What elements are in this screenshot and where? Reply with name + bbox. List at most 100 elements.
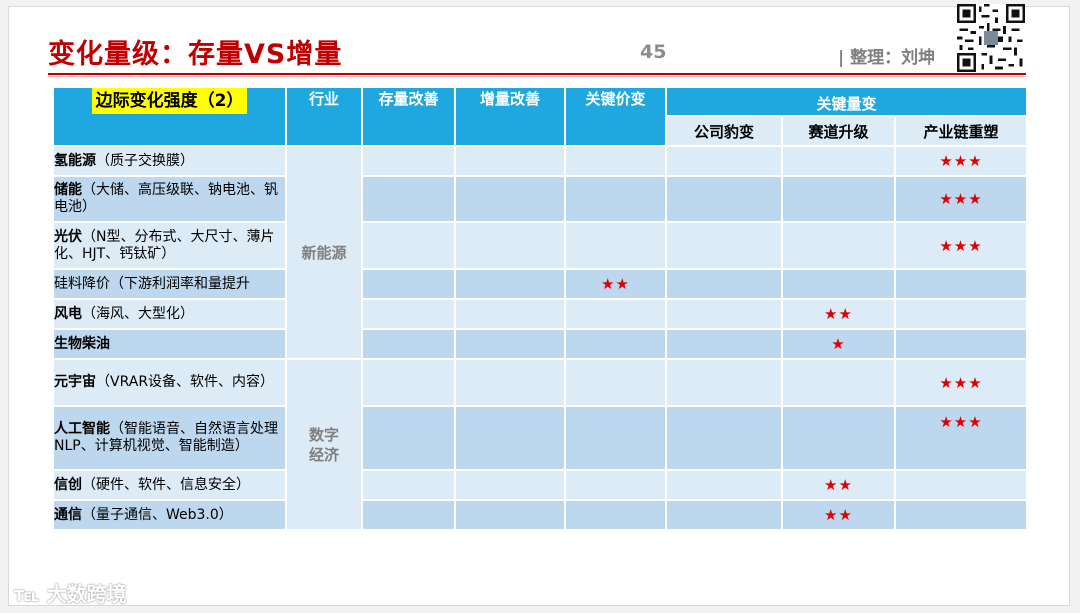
cell-price	[564, 221, 667, 270]
cell-incremental	[454, 328, 566, 360]
row-name: 储能	[54, 182, 82, 198]
row-name: 通信	[54, 506, 82, 523]
cell-price	[564, 358, 667, 407]
cell-stock	[361, 499, 456, 531]
table-row: 通信（量子通信、Web3.0） ★★	[52, 499, 1028, 531]
row-label: 生物柴油	[52, 328, 287, 360]
cell-company-leap	[665, 268, 783, 300]
row-detail: （海风、大型化）	[82, 305, 194, 322]
row-name: 光伏	[54, 228, 82, 245]
cell-company-leap	[665, 405, 783, 471]
table-row: 元宇宙（VRAR设备、软件、内容） 数字 经济 ★★★	[52, 358, 1028, 531]
watermark-glyph-icon: ℡	[14, 582, 40, 606]
cell-incremental	[454, 221, 566, 270]
cell-stock	[361, 358, 456, 407]
table-row: 风电（海风、大型化） ★★	[52, 298, 1028, 330]
row-label: 人工智能（智能语音、自然语言处理NLP、计算机视觉、智能制造）	[52, 405, 287, 471]
header-stock-improve: 存量改善	[361, 86, 456, 147]
row-detail: （质子交换膜）	[96, 152, 194, 169]
cell-track-upgrade	[781, 358, 896, 407]
watermark-logo: ℡ 大数跨境	[14, 578, 127, 607]
cell-stock	[361, 405, 456, 471]
cell-price	[564, 499, 667, 531]
cell-chain-reshape	[894, 328, 1028, 360]
cell-incremental	[454, 268, 566, 300]
cell-company-leap	[665, 298, 783, 330]
cell-price	[564, 145, 667, 177]
row-name: 生物柴油	[54, 335, 110, 352]
cell-company-leap	[665, 145, 783, 177]
cell-stock	[361, 298, 456, 330]
title-underline-shadow	[48, 76, 1026, 77]
row-detail: （量子通信、Web3.0）	[82, 506, 233, 523]
table-row: 储能（大储、高压级联、钠电池、钒电池） ★★★	[52, 175, 1028, 223]
row-label: 通信（量子通信、Web3.0）	[52, 499, 287, 531]
cell-chain-reshape	[894, 298, 1028, 330]
table-row: 光伏（N型、分布式、大尺寸、薄片化、HJT、钙钛矿） ★★★	[52, 221, 1028, 270]
cell-stock	[361, 145, 456, 177]
cell-chain-reshape	[894, 499, 1028, 531]
cell-track-upgrade	[781, 175, 896, 223]
cell-track-upgrade	[781, 405, 896, 471]
cell-price	[564, 469, 667, 501]
cell-company-leap	[665, 175, 783, 223]
cell-price	[564, 298, 667, 330]
slide-title: 变化量级：存量VS增量	[48, 39, 343, 70]
row-detail: 硅料降价（下游利润率和量提升	[54, 275, 250, 292]
header-incremental-improve: 增量改善	[454, 86, 566, 147]
cell-chain-reshape: ★★★	[894, 145, 1028, 177]
cell-track-upgrade	[781, 268, 896, 300]
row-label: 储能（大储、高压级联、钠电池、钒电池）	[52, 175, 287, 223]
title-underline	[48, 73, 1026, 75]
cell-incremental	[454, 358, 566, 407]
cell-chain-reshape: ★★★	[894, 358, 1028, 407]
cell-stock	[361, 221, 456, 270]
cell-price	[564, 175, 667, 223]
cell-chain-reshape: ★★★	[894, 221, 1028, 270]
cell-track-upgrade: ★	[781, 328, 896, 360]
qr-code-icon	[957, 4, 1025, 72]
watermark-text: 大数跨境	[46, 582, 127, 606]
table-row: 硅料降价（下游利润率和量提升 ★★	[52, 268, 1028, 300]
row-name: 人工智能	[54, 421, 110, 437]
cell-incremental	[454, 145, 566, 177]
row-name: 信创	[54, 476, 82, 493]
cell-incremental	[454, 175, 566, 223]
row-detail: （大储、高压级联、钠电池、钒电池）	[54, 182, 278, 215]
cell-chain-reshape: ★★★	[894, 175, 1028, 223]
author-label: | 整理：刘坤	[838, 48, 936, 68]
cell-company-leap	[665, 221, 783, 270]
cell-incremental	[454, 405, 566, 471]
row-label: 信创（硬件、软件、信息安全）	[52, 469, 287, 501]
page-number: 45	[640, 41, 667, 63]
cell-price	[564, 328, 667, 360]
cell-stock	[361, 328, 456, 360]
cell-incremental	[454, 469, 566, 501]
table-row: 生物柴油 ★	[52, 328, 1028, 360]
header-track-upgrade: 赛道升级	[781, 115, 896, 147]
cell-track-upgrade: ★★	[781, 499, 896, 531]
corner-label: 边际变化强度（2）	[91, 88, 248, 114]
row-detail: （N型、分布式、大尺寸、薄片化、HJT、钙钛矿）	[54, 228, 275, 262]
table-row: 氢能源（质子交换膜） 新能源 ★★★	[52, 145, 1028, 360]
cell-track-upgrade: ★★	[781, 469, 896, 501]
row-label: 风电（海风、大型化）	[52, 298, 287, 330]
cell-track-upgrade	[781, 221, 896, 270]
corner-header: 边际变化强度（2）	[52, 86, 287, 147]
row-label: 光伏（N型、分布式、大尺寸、薄片化、HJT、钙钛矿）	[52, 221, 287, 270]
row-name: 风电	[54, 305, 82, 322]
row-label: 氢能源（质子交换膜）	[52, 145, 287, 177]
industry-group-digital-economy: 数字 经济	[285, 358, 363, 531]
cell-price	[564, 405, 667, 471]
row-label: 硅料降价（下游利润率和量提升	[52, 268, 287, 300]
cell-company-leap	[665, 469, 783, 501]
row-detail: （VRAR设备、软件、内容）	[96, 374, 275, 390]
row-label: 元宇宙（VRAR设备、软件、内容）	[52, 358, 287, 407]
cell-incremental	[454, 298, 566, 330]
cell-track-upgrade: ★★	[781, 298, 896, 330]
header-company-leap: 公司豹变	[665, 115, 783, 147]
cell-track-upgrade	[781, 145, 896, 177]
header-key-volume: 关键量变	[665, 86, 1028, 117]
industry-group-new-energy: 新能源	[285, 145, 363, 360]
cell-company-leap	[665, 328, 783, 360]
